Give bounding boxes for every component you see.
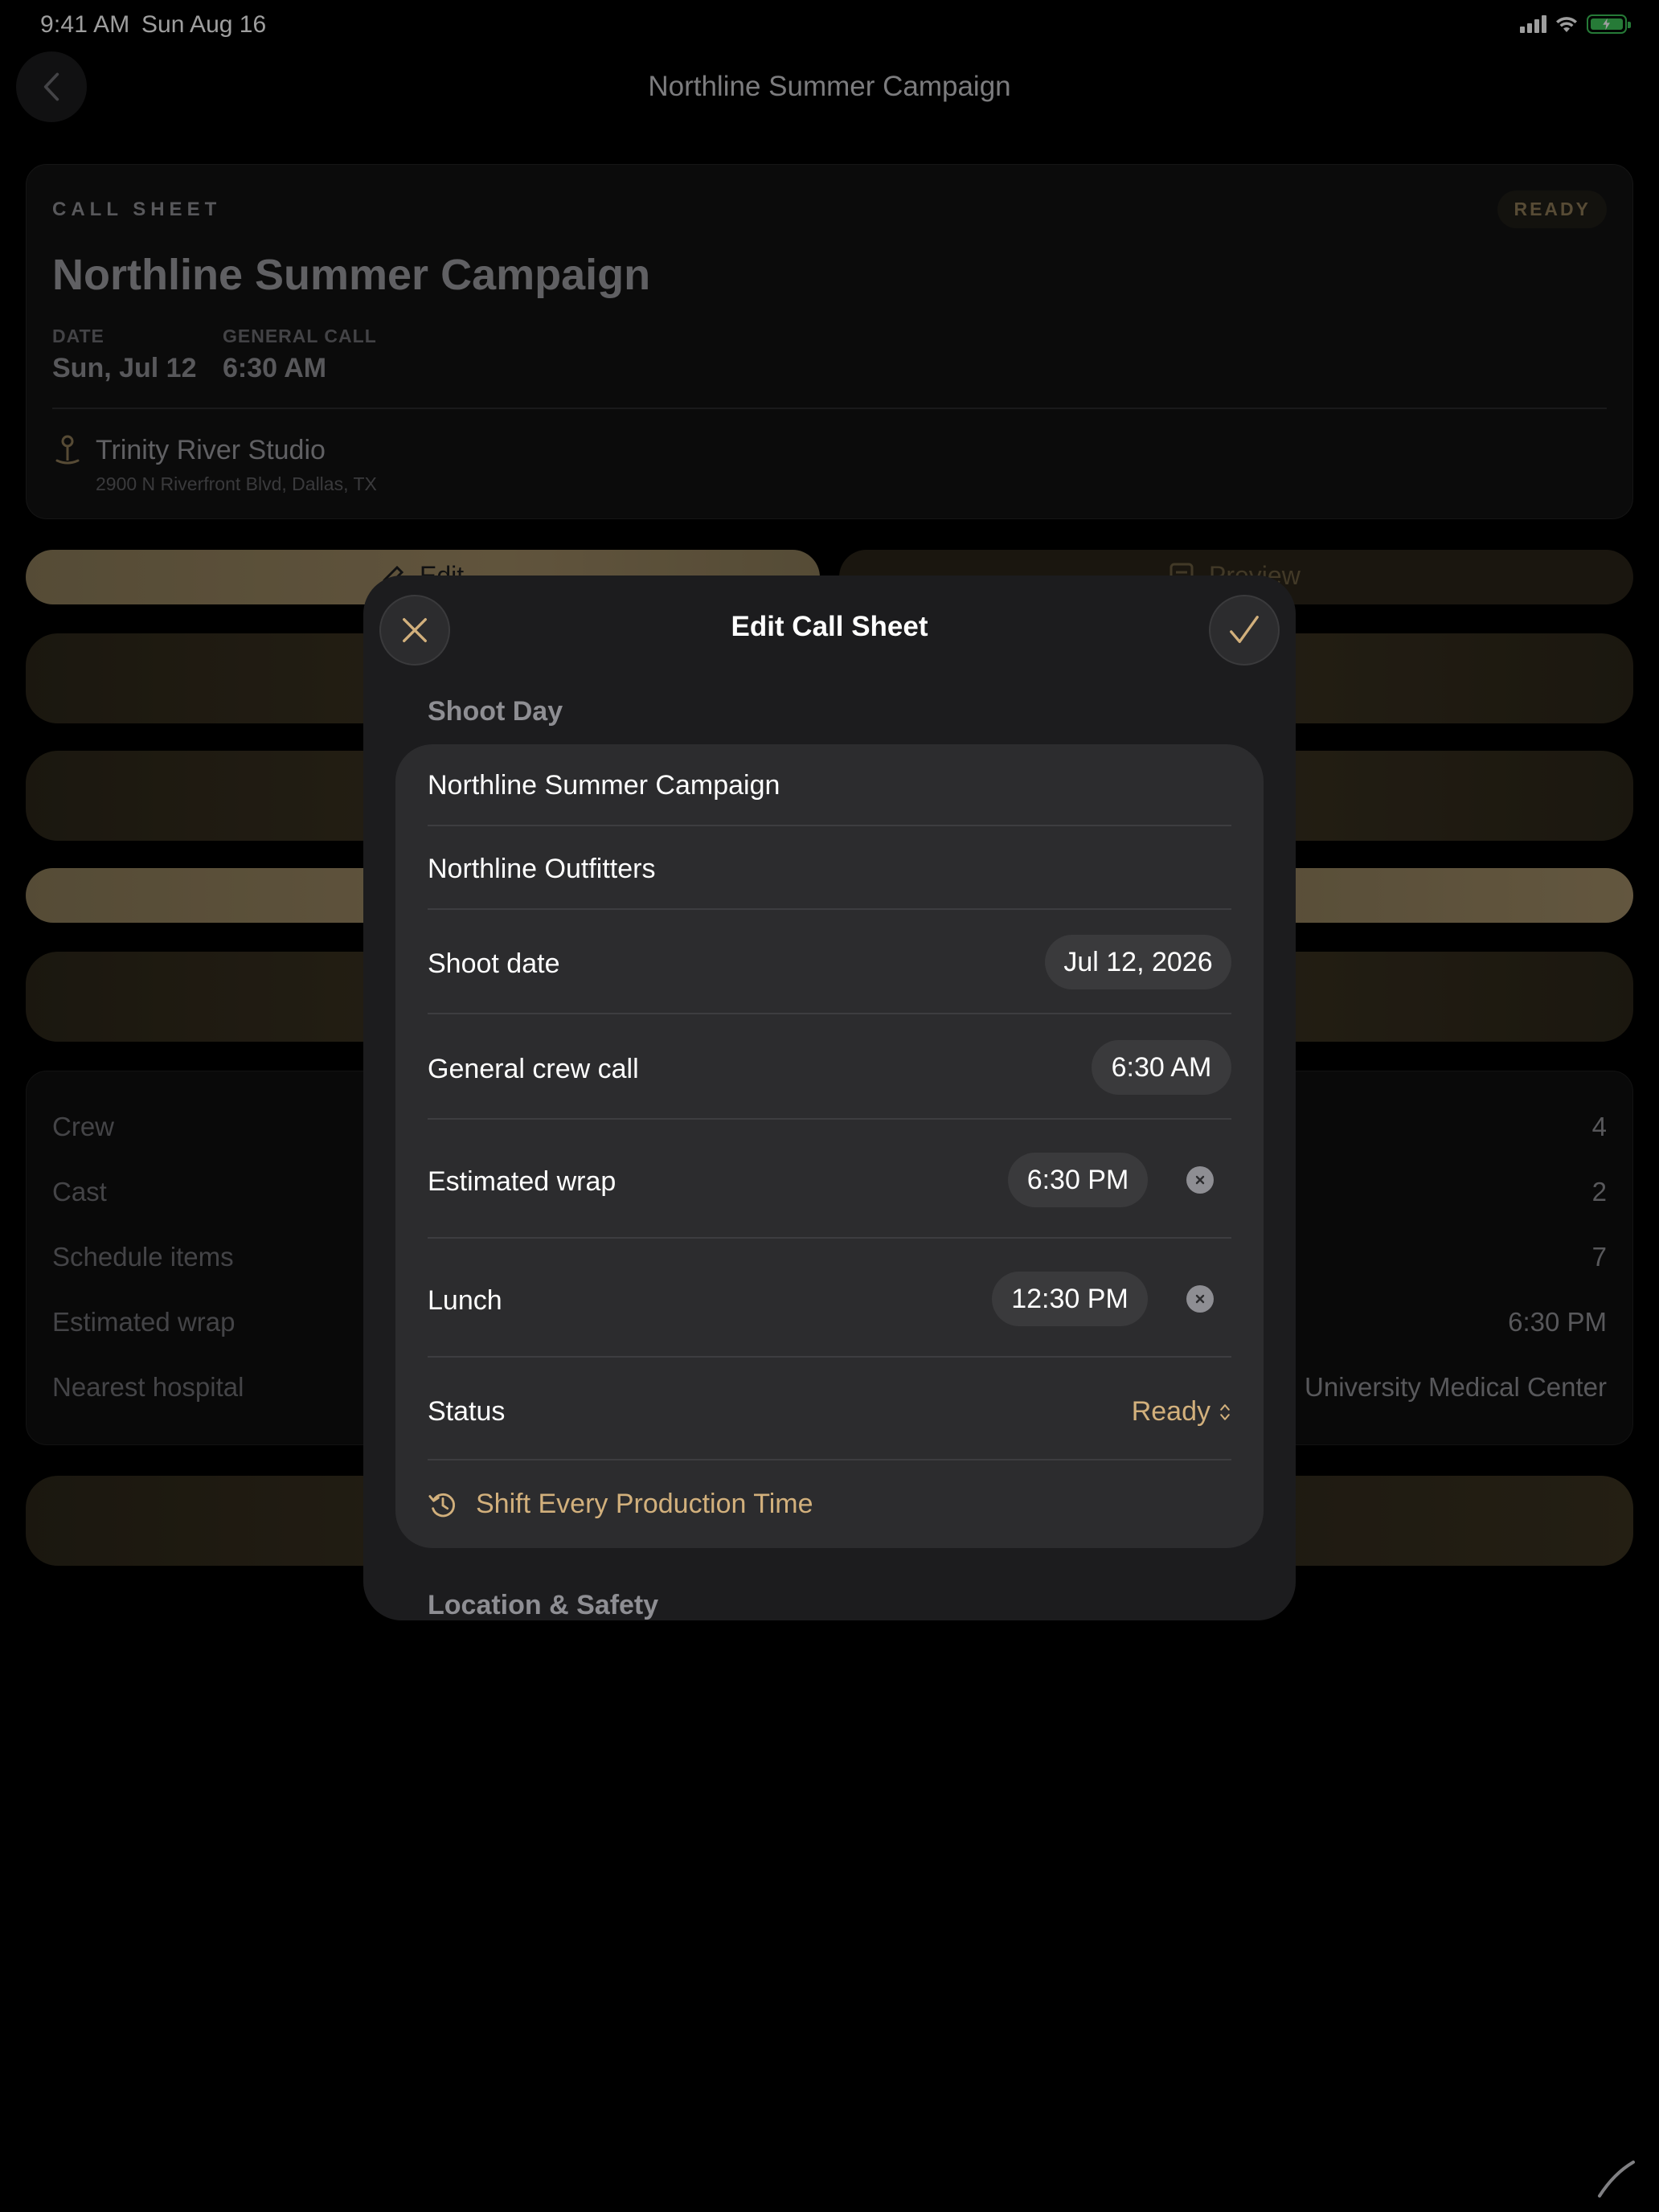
- section-header-shoot-day: Shoot Day: [428, 696, 563, 727]
- row-separator: [428, 1237, 1231, 1239]
- clear-wrap-button[interactable]: [1186, 1166, 1214, 1194]
- save-button[interactable]: [1209, 595, 1280, 666]
- project-name-field[interactable]: Northline Summer Campaign: [428, 770, 780, 801]
- row-separator: [428, 825, 1231, 826]
- shift-times-button[interactable]: Shift Every Production Time: [428, 1489, 813, 1520]
- clock-arrow-icon: [428, 1493, 455, 1517]
- row-separator: [428, 1459, 1231, 1460]
- clear-icon: [1195, 1294, 1205, 1304]
- section-header-location: Location & Safety: [428, 1590, 659, 1620]
- clear-icon: [1195, 1175, 1205, 1185]
- status-value: Ready: [1131, 1396, 1210, 1427]
- wrap-label: Estimated wrap: [428, 1166, 616, 1197]
- status-label: Status: [428, 1396, 506, 1427]
- chevron-up-down-icon: [1220, 1403, 1230, 1420]
- shoot-day-group: Northline Summer Campaign Northline Outf…: [395, 744, 1264, 1548]
- wrap-time-picker[interactable]: 6:30 PM: [1008, 1153, 1148, 1207]
- crew-call-time-picker[interactable]: 6:30 AM: [1092, 1040, 1231, 1095]
- sheet-title: Edit Call Sheet: [731, 611, 928, 642]
- clear-lunch-button[interactable]: [1186, 1285, 1214, 1313]
- row-separator: [428, 908, 1231, 910]
- checkmark-icon: [1230, 616, 1259, 643]
- status-picker[interactable]: Ready: [1132, 1396, 1231, 1428]
- edit-call-sheet-sheet: Edit Call Sheet Shoot Day Northline Summ…: [363, 576, 1296, 1620]
- shoot-date-picker[interactable]: Jul 12, 2026: [1045, 935, 1231, 989]
- shift-times-label: Shift Every Production Time: [476, 1489, 813, 1519]
- row-separator: [428, 1013, 1231, 1014]
- lunch-time-picker[interactable]: 12:30 PM: [992, 1272, 1148, 1326]
- row-separator: [428, 1118, 1231, 1120]
- crew-call-label: General crew call: [428, 1054, 639, 1084]
- lunch-label: Lunch: [428, 1285, 502, 1316]
- row-separator: [428, 1356, 1231, 1358]
- client-name-field[interactable]: Northline Outfitters: [428, 854, 655, 885]
- shoot-date-label: Shoot date: [428, 948, 560, 979]
